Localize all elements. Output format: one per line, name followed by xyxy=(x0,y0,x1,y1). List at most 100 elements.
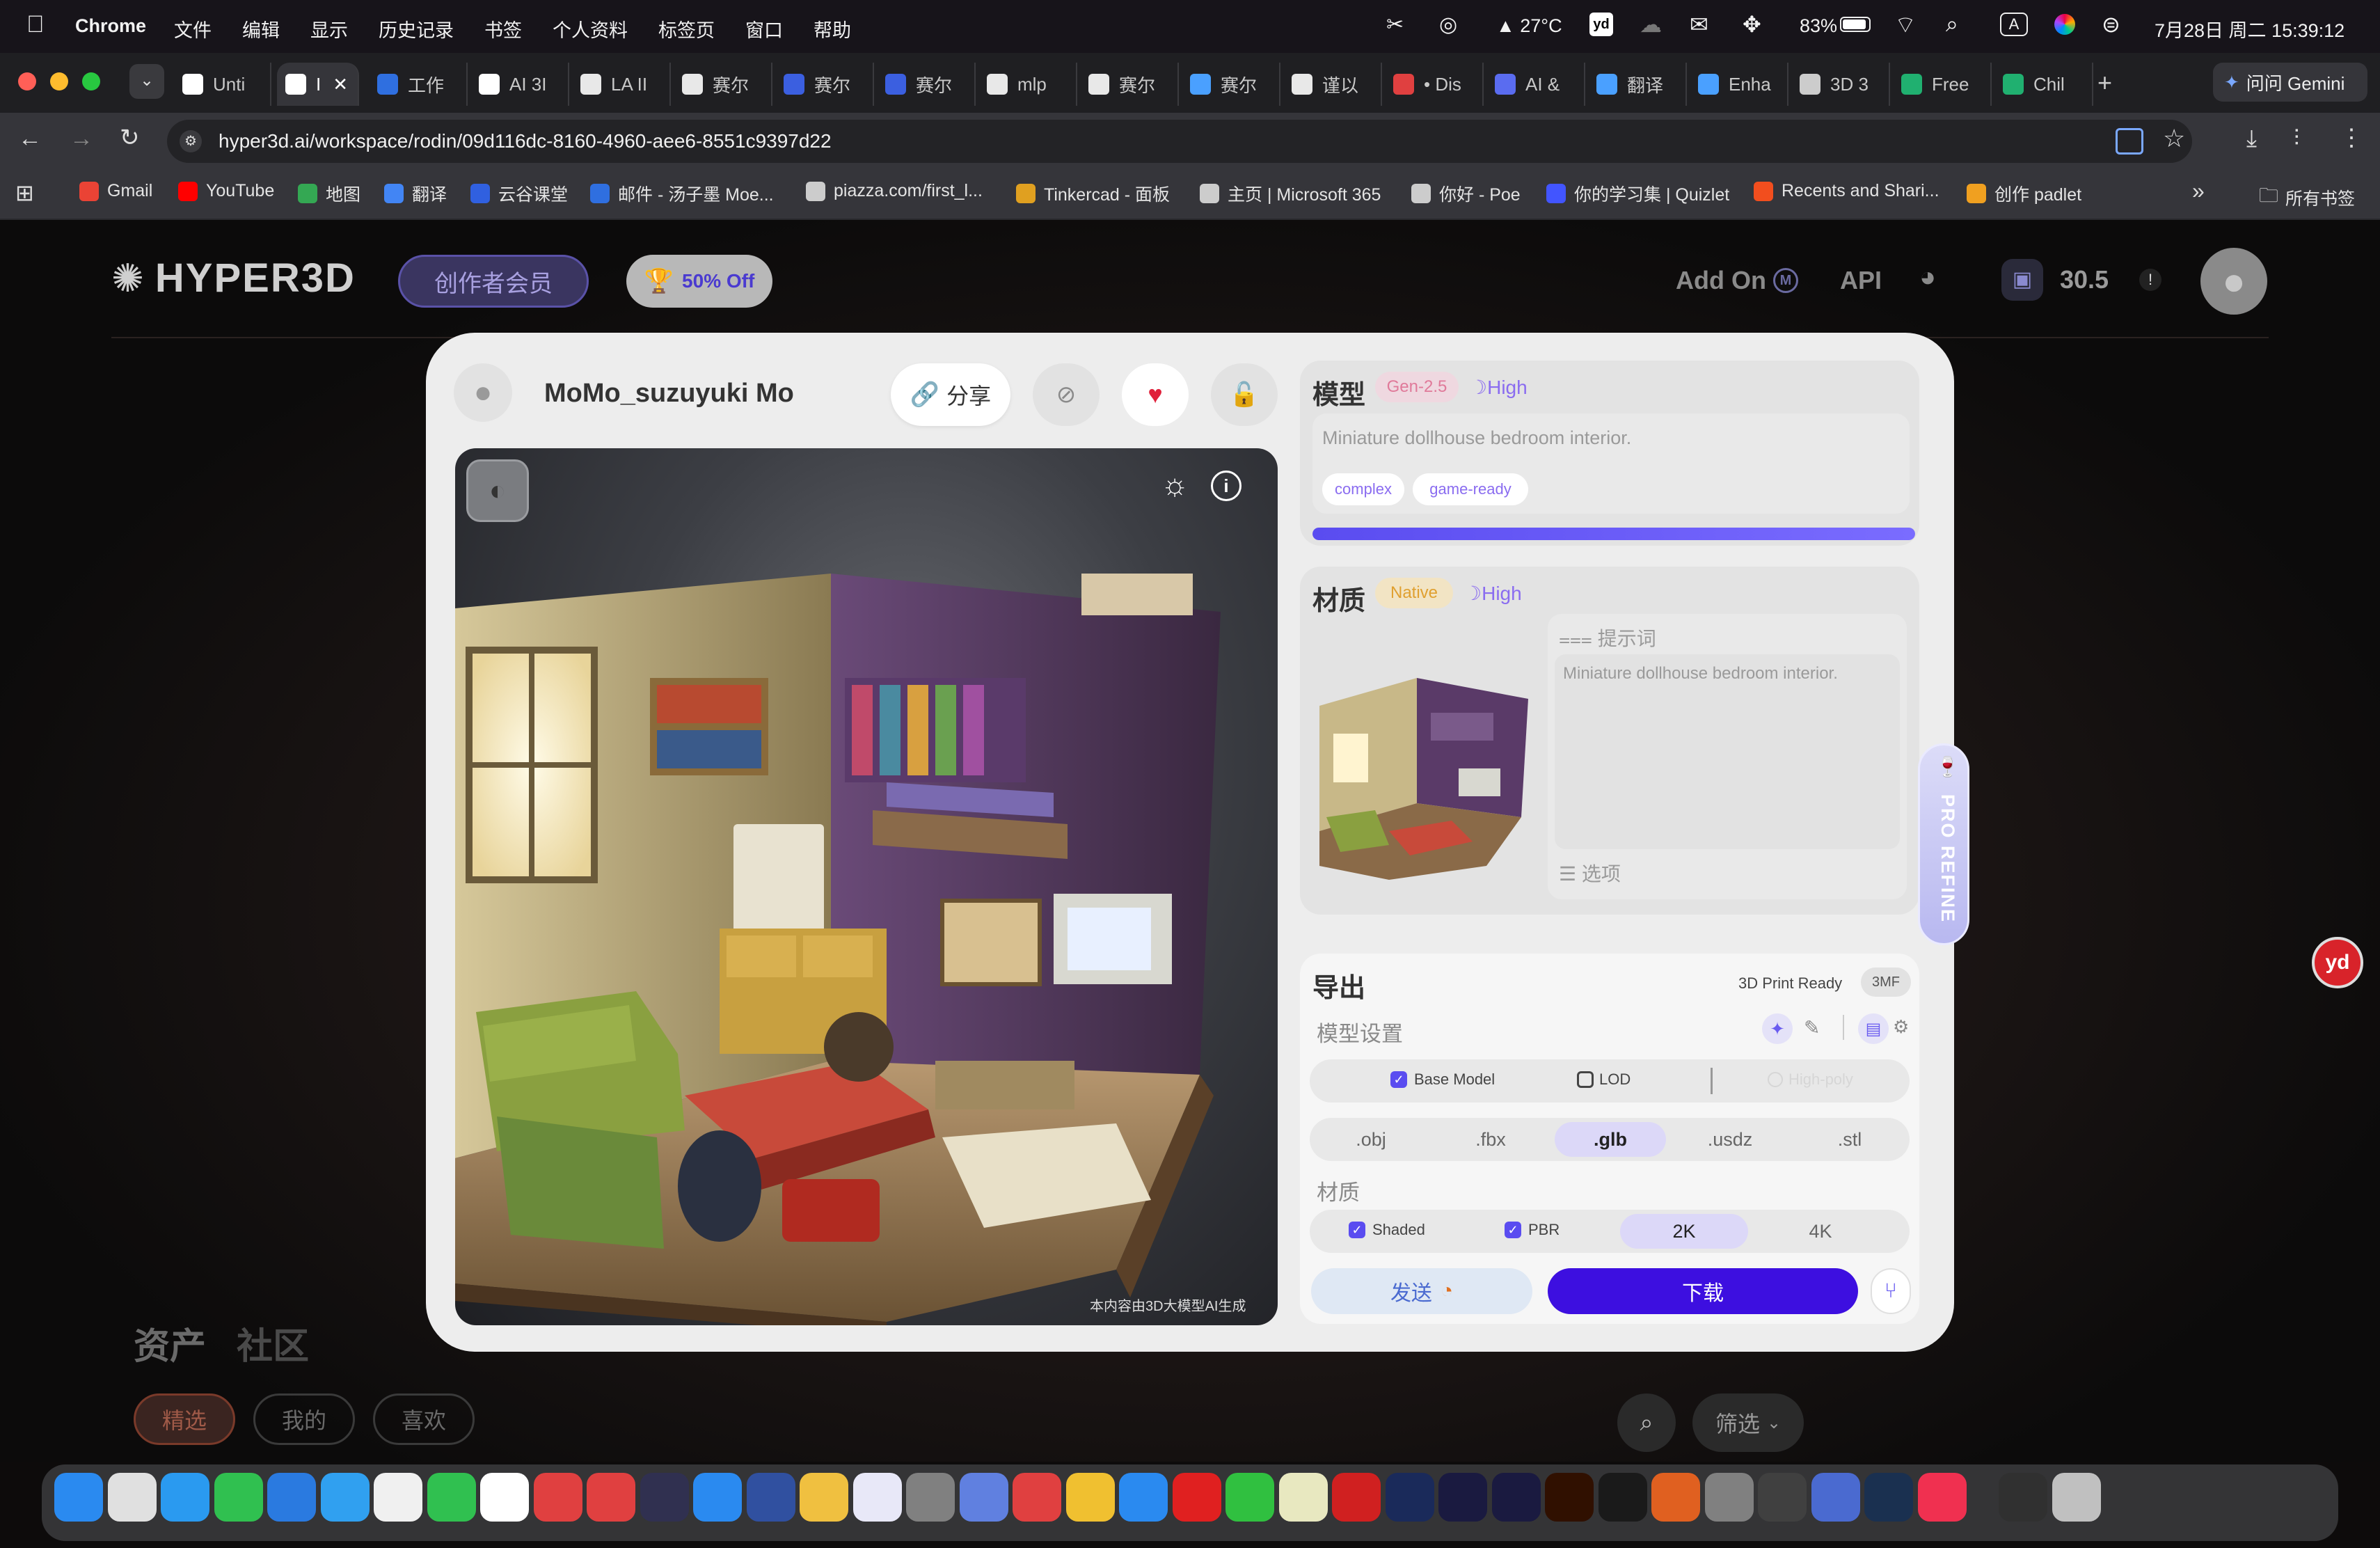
layout-icon[interactable]: ▤ xyxy=(1858,1013,1889,1044)
filter-liked[interactable]: 喜欢 xyxy=(373,1393,475,1445)
community-tab[interactable]: 社区 xyxy=(237,1317,309,1369)
capcut-icon[interactable] xyxy=(1598,1473,1647,1522)
menu-item[interactable]: 显示 xyxy=(310,15,348,42)
weather-indicator[interactable]: ▲ 27°C xyxy=(1496,15,1562,37)
cloud-icon[interactable]: ☁ xyxy=(1640,11,1662,38)
display-mode-icon[interactable]: ◐ xyxy=(466,459,529,522)
extension-icon[interactable]: ⫶ xyxy=(2294,125,2299,152)
spotlight-icon[interactable]: ⌕ xyxy=(1946,11,1958,38)
browser-tab[interactable]: mlp xyxy=(978,63,1077,106)
menu-item[interactable]: 标签页 xyxy=(658,15,715,42)
capcut-icon[interactable]: ✂ xyxy=(1386,13,1404,37)
datetime[interactable]: 7月28日 周二 15:39:12 xyxy=(2155,15,2345,42)
gemini-button[interactable]: ✦ 问问 Gemini xyxy=(2213,63,2367,102)
edit-pencil-icon[interactable]: ✎ xyxy=(1804,1016,1820,1039)
preview-icon[interactable] xyxy=(1278,1473,1328,1522)
browser-tab[interactable]: 谨以 xyxy=(1283,63,1382,106)
accessibility-icon[interactable]: ✥ xyxy=(1743,11,1761,38)
menu-item[interactable]: 文件 xyxy=(174,15,212,42)
lark-icon[interactable] xyxy=(1119,1473,1168,1522)
discount-button[interactable]: 🏆 50% Off xyxy=(626,255,772,308)
browser-tab[interactable]: • Dis xyxy=(1385,63,1484,106)
illustrator-icon[interactable] xyxy=(1545,1473,1594,1522)
screen-icon[interactable] xyxy=(640,1473,689,1522)
visibility-toggle[interactable]: ⊘ xyxy=(1033,363,1100,426)
safari-icon[interactable] xyxy=(161,1473,209,1522)
bookmark-item[interactable]: 地图 xyxy=(298,181,360,206)
address-bar[interactable]: ⚙ hyper3d.ai/workspace/rodin/09d116dc-81… xyxy=(167,120,2192,163)
notes-icon[interactable] xyxy=(1065,1473,1115,1522)
dollhouse-render[interactable] xyxy=(455,448,1278,1325)
terminal-icon[interactable] xyxy=(1999,1473,2047,1522)
format-option-fbx[interactable]: .fbx xyxy=(1435,1122,1546,1157)
send-to-blender-button[interactable]: 发送 ◔ xyxy=(1311,1268,1532,1314)
bookmark-item[interactable]: 创作 padlet xyxy=(1967,181,2081,206)
browser-tab[interactable]: 赛尔 xyxy=(877,63,976,106)
material-quality[interactable]: ☽High xyxy=(1464,582,1522,605)
close-window-button[interactable] xyxy=(18,72,36,90)
addon-link[interactable]: Add On M xyxy=(1676,266,1798,295)
settings-gear-icon[interactable]: ⚙ xyxy=(1893,1016,1909,1038)
filter-dropdown[interactable]: 筛选 ⌄ xyxy=(1692,1393,1804,1452)
resolution-option-2k[interactable]: 2K xyxy=(1620,1214,1748,1249)
sublime-icon[interactable] xyxy=(1651,1473,1700,1522)
rocket-icon[interactable] xyxy=(852,1473,902,1522)
app-name[interactable]: Chrome xyxy=(75,15,146,37)
tab-search-chevron-icon[interactable]: ⌄ xyxy=(129,64,164,99)
resolution-option-4k[interactable]: 4K xyxy=(1756,1214,1885,1249)
format-option-stl[interactable]: .stl xyxy=(1794,1122,1905,1157)
download-icon[interactable]: ⤓ xyxy=(2246,125,2257,152)
site-info-icon[interactable]: ⚙ xyxy=(180,130,202,152)
bookmark-item[interactable]: 邮件 - 汤子墨 Moe... xyxy=(590,181,774,206)
browser-tab[interactable]: Free xyxy=(1893,63,1992,106)
more-bookmarks-chevron-icon[interactable]: » xyxy=(2192,178,2205,204)
wifi-icon[interactable]: ⌔ xyxy=(1894,10,1917,40)
pro-refine-tab[interactable]: 🍷 PRO REFINE xyxy=(1918,743,1969,945)
youdao-icon[interactable]: yd xyxy=(1589,13,1613,36)
highpoly-checkbox[interactable]: High-poly xyxy=(1768,1071,1853,1089)
app-store-icon[interactable] xyxy=(693,1473,742,1522)
browser-tab[interactable]: Enha xyxy=(1690,63,1788,106)
youdao-icon[interactable] xyxy=(1332,1473,1381,1522)
vpn-icon[interactable]: ◎ xyxy=(1439,13,1457,37)
browser-tab[interactable]: I ✕ xyxy=(277,63,359,106)
lighting-sun-icon[interactable]: ☼ xyxy=(1161,468,1189,503)
premiere-icon[interactable] xyxy=(1438,1473,1487,1522)
back-icon[interactable]: ← xyxy=(18,125,42,152)
battery-icon[interactable] xyxy=(1840,17,1871,32)
bookmark-item[interactable]: 云谷课堂 xyxy=(470,181,568,206)
mail-icon[interactable] xyxy=(267,1473,316,1522)
like-button[interactable]: ♥ xyxy=(1122,363,1189,426)
info-icon[interactable]: i xyxy=(1211,471,1241,501)
reload-icon[interactable]: ↻ xyxy=(120,124,140,152)
filter-mine[interactable]: 我的 xyxy=(253,1393,355,1445)
forward-icon[interactable]: → xyxy=(70,125,93,152)
steam-icon[interactable] xyxy=(1864,1473,1913,1522)
trash-icon[interactable] xyxy=(2052,1473,2101,1522)
install-app-icon[interactable] xyxy=(2116,128,2143,155)
base-model-checkbox[interactable]: ✓ Base Model xyxy=(1390,1071,1495,1089)
format-option-glb[interactable]: .glb xyxy=(1555,1122,1666,1157)
wechat-icon[interactable] xyxy=(1225,1473,1274,1522)
all-bookmarks-folder[interactable]: 🗀 所有书签 xyxy=(2259,181,2355,214)
lock-toggle[interactable]: 🔓 xyxy=(1211,363,1278,426)
model-quality[interactable]: ☽High xyxy=(1470,376,1528,399)
browser-tab[interactable]: 翻译 xyxy=(1588,63,1687,106)
bookmark-star-icon[interactable]: ☆ xyxy=(2163,124,2185,153)
bookmark-item[interactable]: Tinkercad - 面板 xyxy=(1016,181,1170,206)
user-avatar[interactable]: ● xyxy=(2200,248,2267,315)
control-center-icon[interactable]: ⊜ xyxy=(2102,11,2120,38)
settings-icon[interactable] xyxy=(906,1473,955,1522)
calendar-icon[interactable] xyxy=(480,1473,529,1522)
pbr-checkbox[interactable]: ✓ PBR xyxy=(1505,1221,1560,1239)
finder-icon[interactable] xyxy=(54,1473,103,1522)
after-effects-icon[interactable] xyxy=(1491,1473,1541,1522)
messages-icon[interactable] xyxy=(214,1473,263,1522)
browser-tab[interactable]: 工作 xyxy=(369,63,468,106)
bookmark-item[interactable]: 你的学习集 | Quizlet xyxy=(1546,181,1729,206)
author-avatar[interactable]: ● xyxy=(454,363,512,422)
youdao-floating-icon[interactable]: yd xyxy=(2312,937,2363,988)
browser-tab[interactable]: 赛尔 xyxy=(775,63,874,106)
tag-complex[interactable]: complex xyxy=(1322,473,1404,505)
material-preview-thumbnail[interactable] xyxy=(1312,657,1535,880)
